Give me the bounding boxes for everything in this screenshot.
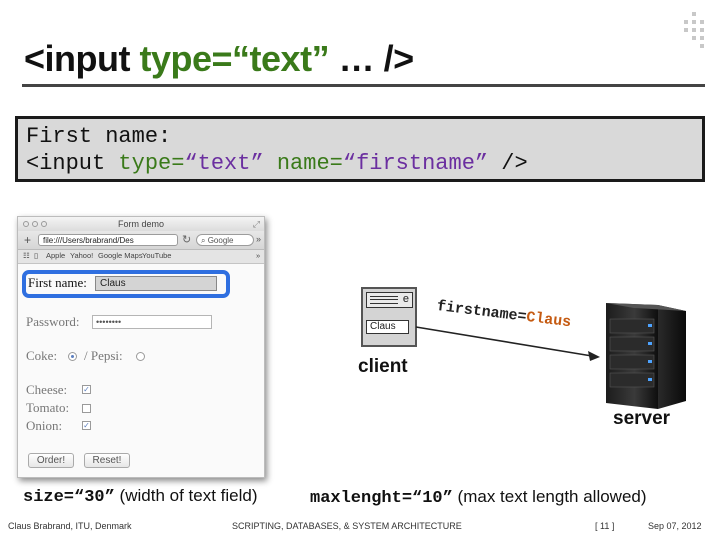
- onion-checkbox[interactable]: ✓: [82, 421, 91, 430]
- reading-list-icon[interactable]: ▯: [34, 251, 38, 260]
- request-arrow-line: [415, 326, 593, 357]
- code-box: First name: <input type=“text” name=“fir…: [15, 116, 705, 182]
- tomato-label: Tomato:: [26, 400, 70, 415]
- coke-label: Coke:: [26, 348, 58, 363]
- order-button[interactable]: Order!: [28, 453, 74, 468]
- onion-label: Onion:: [26, 418, 63, 433]
- add-bookmark-icon[interactable]: +: [24, 233, 31, 247]
- size-code: size=“30”: [23, 488, 115, 507]
- code-name-value: “firstname”: [342, 151, 489, 176]
- server-label: server: [613, 408, 671, 429]
- footer-date: Sep 07, 2012: [648, 521, 702, 531]
- overflow-icon[interactable]: »: [256, 234, 261, 244]
- code-tag-close: />: [488, 151, 528, 176]
- client-label: client: [358, 356, 408, 377]
- pepsi-radio[interactable]: [136, 352, 145, 361]
- bookmarks-grid-icon[interactable]: ☷: [23, 251, 30, 260]
- slide-title: <input type=“text” … />: [24, 38, 414, 80]
- cheese-checkbox[interactable]: ✓: [82, 385, 91, 394]
- first-name-input[interactable]: Claus: [95, 276, 217, 291]
- cheese-label: Cheese:: [26, 382, 68, 397]
- bookmark-apple[interactable]: Apple: [46, 251, 65, 260]
- code-line-1: First name:: [26, 124, 172, 149]
- form-page: First name: Claus Password: •••••••• Cok…: [18, 264, 264, 477]
- reset-button[interactable]: Reset!: [84, 453, 130, 468]
- browser-toolbar: + file:///Users/brabrand/Des ↻ ⌕ Google …: [18, 231, 264, 250]
- bookmark-google-maps[interactable]: Google Maps: [98, 251, 143, 260]
- footer-author: Claus Brabrand, ITU, Denmark: [8, 521, 132, 531]
- title-underline: [22, 84, 705, 87]
- request-arrow: [415, 326, 600, 361]
- client-claus-field: Claus: [366, 320, 409, 334]
- corner-decoration: [684, 12, 708, 52]
- maxlength-note: maxlenght=“10” (max text length allowed): [310, 487, 647, 508]
- size-description: (width of text field): [114, 486, 258, 505]
- code-type-attr: type=: [118, 151, 185, 176]
- coke-radio[interactable]: [68, 352, 77, 361]
- search-field[interactable]: ⌕ Google: [196, 234, 254, 246]
- code-tag-open: <input: [26, 151, 119, 176]
- maxlength-description: (max text length allowed): [452, 487, 647, 506]
- footer-page-number: [ 11 ]: [595, 521, 615, 531]
- client-field-letter: e: [402, 293, 409, 305]
- bookmark-yahoo[interactable]: Yahoo!: [70, 251, 93, 260]
- browser-window: Form demo ⤢ + file:///Users/brabrand/Des…: [17, 216, 265, 478]
- request-arrow-head: [588, 351, 600, 361]
- reload-icon[interactable]: ↻: [182, 233, 191, 246]
- title-tag-open: <input: [24, 38, 140, 79]
- footer-course: SCRIPTING, DATABASES, & SYSTEM ARCHITECT…: [232, 521, 462, 531]
- text-lines-icon: [370, 296, 398, 304]
- browser-titlebar: Form demo ⤢: [18, 217, 264, 231]
- code-line-2: <input type=“text” name=“firstname” />: [26, 151, 528, 176]
- fullscreen-icon[interactable]: ⤢: [253, 219, 260, 230]
- search-placeholder: Google: [207, 236, 234, 245]
- bookmarks-bar: ☷ ▯ Apple Yahoo! Google Maps YouTube »: [18, 250, 264, 264]
- title-type-attr: type=: [139, 38, 233, 79]
- code-name-attr: name=: [263, 151, 343, 176]
- size-note: size=“30” (width of text field): [23, 486, 258, 507]
- pepsi-label: / Pepsi:: [84, 348, 123, 363]
- browser-window-title: Form demo: [117, 219, 164, 229]
- search-icon: ⌕: [201, 236, 208, 245]
- title-tag-rest: … />: [329, 38, 415, 79]
- code-type-value: “text”: [184, 151, 264, 176]
- password-label: Password:: [26, 314, 80, 329]
- password-input[interactable]: ••••••••: [92, 315, 212, 329]
- title-type-value: “text”: [232, 38, 330, 79]
- first-name-label: First name:: [28, 275, 87, 290]
- client-field-e: e: [366, 292, 413, 308]
- maxlength-code: maxlenght=“10”: [310, 489, 453, 508]
- tomato-checkbox[interactable]: [82, 404, 91, 413]
- bookmarks-overflow-icon[interactable]: »: [256, 251, 260, 260]
- server-icon: [606, 303, 686, 409]
- address-bar[interactable]: file:///Users/brabrand/Des: [38, 234, 178, 246]
- bookmark-youtube[interactable]: YouTube: [142, 251, 171, 260]
